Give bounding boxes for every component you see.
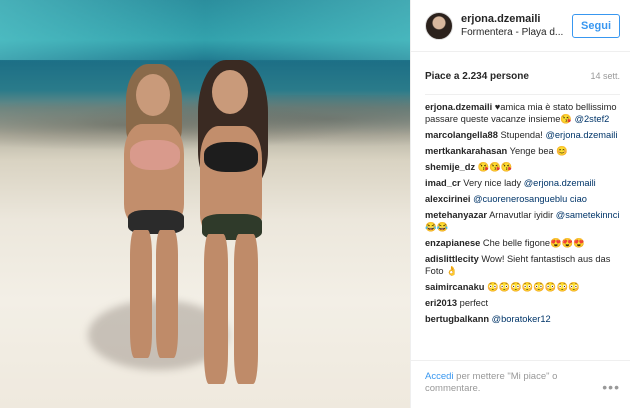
user-block: erjona.dzemaili Formentera - Playa d... (461, 13, 572, 38)
comment-item: saimircanaku 😳😳😳😳😳😳😳😳 (425, 281, 620, 293)
comment-username[interactable]: alexcirinei (425, 194, 470, 204)
comment-text: Yenge bea 😊 (509, 146, 568, 156)
comment-username[interactable]: adislittlecity (425, 254, 479, 264)
comment-username[interactable]: saimircanaku (425, 282, 484, 292)
comment-mention[interactable]: @2stef2 (575, 114, 610, 124)
comment-mention[interactable]: @erjona.dzemaili (524, 178, 596, 188)
comment-item: enzapianese Che belle figone😍😍😍 (425, 237, 620, 249)
post-photo (0, 0, 410, 408)
comment-username[interactable]: imad_cr (425, 178, 461, 188)
post-header: erjona.dzemaili Formentera - Playa d... … (411, 0, 630, 52)
comment-item: imad_cr Very nice lady @erjona.dzemaili (425, 177, 620, 189)
post-stats: Piace a 2.234 persone 14 sett. (411, 52, 630, 86)
login-link[interactable]: Accedi (425, 371, 454, 382)
comment-item: mertkankarahasan Yenge bea 😊 (425, 145, 620, 157)
comment-mention[interactable]: @erjona.dzemaili (545, 130, 617, 140)
post-sidebar: erjona.dzemaili Formentera - Playa d... … (410, 0, 630, 408)
comment-username[interactable]: bertugbalkann (425, 314, 489, 324)
ellipsis-icon[interactable]: ••• (602, 379, 620, 408)
comment-username[interactable]: enzapianese (425, 238, 480, 248)
comment-text: 😘😘😘 (477, 162, 513, 172)
comment-username[interactable]: marcolangella88 (425, 130, 498, 140)
comment-username[interactable]: mertkankarahasan (425, 146, 507, 156)
comment-text: Very nice lady (463, 178, 524, 188)
follow-button[interactable]: Segui (572, 13, 620, 38)
comment-text: 😳😳😳😳😳😳😳😳 (487, 282, 580, 292)
comment-item: erjona.dzemaili ♥amica mia è stato belli… (425, 101, 620, 125)
username-link[interactable]: erjona.dzemaili (461, 13, 572, 25)
avatar[interactable] (425, 11, 453, 40)
comment-text: Che belle figone😍😍😍 (482, 238, 585, 248)
comment-item: adislittlecity Wow! Sieht fantastisch au… (425, 253, 620, 277)
login-prompt: Accedi per mettere "Mi piace" o commenta… (425, 371, 595, 408)
comment-username[interactable]: shemije_dz (425, 162, 475, 172)
comment-text: perfect (459, 298, 489, 308)
location-link[interactable]: Formentera - Playa d... (461, 27, 572, 38)
comment-item: alexcirinei @cuorenerosangueblu ciao (425, 193, 620, 205)
comment-mention[interactable]: @boratoker12 (492, 314, 551, 324)
comment-text: Arnavutlar iyidir (489, 210, 556, 220)
sea-area (0, 0, 410, 60)
comment-username[interactable]: metehanyazar (425, 210, 487, 220)
comment-username[interactable]: erjona.dzemaili (425, 102, 492, 112)
comment-item: marcolangella88 Stupenda! @erjona.dzemai… (425, 129, 620, 141)
comment-list: erjona.dzemaili ♥amica mia è stato belli… (411, 95, 630, 325)
comment-username[interactable]: eri2013 (425, 298, 457, 308)
comment-item: shemije_dz 😘😘😘 (425, 161, 620, 173)
post-time: 14 sett. (590, 71, 620, 81)
comment-item: metehanyazar Arnavutlar iyidir @sameteki… (425, 209, 620, 233)
likes-count[interactable]: Piace a 2.234 persone (425, 71, 529, 82)
comment-item: eri2013 perfect (425, 297, 620, 309)
comment-mention[interactable]: @cuorenerosangueblu ciao (473, 194, 587, 204)
person-right (180, 60, 290, 390)
comment-item: bertugbalkann @boratoker12 (425, 313, 620, 325)
post-footer: Accedi per mettere "Mi piace" o commenta… (411, 360, 630, 408)
comment-text: Stupenda! (500, 130, 546, 140)
